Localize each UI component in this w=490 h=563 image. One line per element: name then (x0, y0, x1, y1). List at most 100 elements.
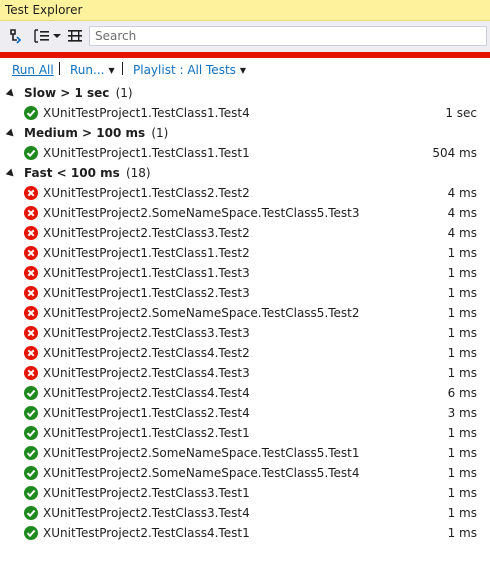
run-dropdown[interactable]: Run... ▼ (70, 63, 115, 77)
failed-x-icon (24, 206, 38, 220)
tree-link-icon (10, 29, 22, 44)
failed-x-icon (24, 286, 38, 300)
command-separator (59, 62, 60, 75)
test-name: XUnitTestProject2.SomeNameSpace.TestClas… (43, 206, 360, 220)
expand-arrow-icon[interactable] (5, 168, 17, 180)
test-name: XUnitTestProject2.TestClass3.Test4 (43, 506, 250, 520)
failed-x-icon (24, 266, 38, 280)
test-row[interactable]: XUnitTestProject2.TestClass4.Test2 1 ms (0, 343, 490, 363)
test-name: XUnitTestProject2.SomeNameSpace.TestClas… (43, 466, 360, 480)
test-name: XUnitTestProject1.TestClass2.Test3 (43, 286, 250, 300)
test-duration: 1 ms (447, 346, 477, 360)
test-name: XUnitTestProject2.SomeNameSpace.TestClas… (43, 306, 360, 320)
group-title: Fast < 100 ms (18) (24, 163, 151, 183)
group-title: Slow > 1 sec (1) (24, 83, 133, 103)
group-count: (18) (125, 166, 151, 180)
passed-check-icon (24, 446, 38, 460)
test-row[interactable]: XUnitTestProject1.TestClass1.Test2 1 ms (0, 243, 490, 263)
test-name: XUnitTestProject2.SomeNameSpace.TestClas… (43, 446, 360, 460)
passed-check-icon (24, 406, 38, 420)
test-duration: 1 ms (447, 426, 477, 440)
test-row[interactable]: XUnitTestProject1.TestClass2.Test4 3 ms (0, 403, 490, 423)
failed-x-icon (24, 246, 38, 260)
chevron-down-icon (53, 34, 61, 38)
test-row[interactable]: XUnitTestProject1.TestClass2.Test2 4 ms (0, 183, 490, 203)
test-row[interactable]: XUnitTestProject1.TestClass1.Test3 1 ms (0, 263, 490, 283)
passed-check-icon (24, 526, 38, 540)
failed-x-icon (24, 186, 38, 200)
test-name: XUnitTestProject1.TestClass1.Test1 (43, 146, 250, 160)
test-name: XUnitTestProject2.TestClass3.Test1 (43, 486, 250, 500)
test-row[interactable]: XUnitTestProject2.TestClass3.Test2 4 ms (0, 223, 490, 243)
test-name: XUnitTestProject1.TestClass2.Test2 (43, 186, 250, 200)
test-duration: 1 ms (447, 486, 477, 500)
test-name: XUnitTestProject1.TestClass1.Test2 (43, 246, 250, 260)
test-name: XUnitTestProject1.TestClass2.Test1 (43, 426, 250, 440)
test-row[interactable]: XUnitTestProject2.TestClass4.Test3 1 ms (0, 363, 490, 383)
window-title: Test Explorer (5, 3, 83, 17)
test-duration: 4 ms (447, 226, 477, 240)
passed-check-icon (24, 386, 38, 400)
test-row[interactable]: XUnitTestProject2.SomeNameSpace.TestClas… (0, 203, 490, 223)
test-row[interactable]: XUnitTestProject1.TestClass1.Test1 504 ms (0, 143, 490, 163)
failed-x-icon (24, 366, 38, 380)
chevron-down-icon: ▼ (108, 66, 115, 75)
test-name: XUnitTestProject2.TestClass3.Test2 (43, 226, 250, 240)
passed-check-icon (24, 506, 38, 520)
group-by-icon (34, 29, 49, 43)
group-count: (1) (151, 126, 169, 140)
expand-arrow-icon[interactable] (5, 128, 17, 140)
test-duration: 1 ms (447, 526, 477, 540)
toolbar (0, 21, 490, 52)
group-title-text: Slow > 1 sec (24, 86, 110, 100)
test-duration: 1 sec (445, 106, 477, 120)
test-duration: 1 ms (447, 306, 477, 320)
test-row[interactable]: XUnitTestProject2.SomeNameSpace.TestClas… (0, 443, 490, 463)
group-by-button[interactable] (32, 27, 62, 45)
test-name: XUnitTestProject2.TestClass3.Test3 (43, 326, 250, 340)
test-row[interactable]: XUnitTestProject1.TestClass2.Test3 1 ms (0, 283, 490, 303)
test-row[interactable]: XUnitTestProject2.TestClass3.Test3 1 ms (0, 323, 490, 343)
test-tree: Slow > 1 sec (1) XUnitTestProject1.TestCl… (0, 83, 490, 543)
passed-check-icon (24, 466, 38, 480)
search-input[interactable] (89, 26, 487, 46)
passed-check-icon (24, 106, 38, 120)
test-name: XUnitTestProject2.TestClass4.Test1 (43, 526, 250, 540)
group-header[interactable]: Fast < 100 ms (18) (0, 163, 490, 183)
command-bar: Run All Run... ▼ Playlist : All Tests ▼ (0, 58, 490, 83)
test-name: XUnitTestProject2.TestClass4.Test2 (43, 346, 250, 360)
window-title-bar: Test Explorer (0, 0, 490, 21)
test-row[interactable]: XUnitTestProject2.TestClass3.Test1 1 ms (0, 483, 490, 503)
test-duration: 4 ms (447, 206, 477, 220)
group-header[interactable]: Slow > 1 sec (1) (0, 83, 490, 103)
test-row[interactable]: XUnitTestProject2.TestClass4.Test4 6 ms (0, 383, 490, 403)
test-duration: 1 ms (447, 366, 477, 380)
test-row[interactable]: XUnitTestProject2.TestClass4.Test1 1 ms (0, 523, 490, 543)
test-name: XUnitTestProject2.TestClass4.Test3 (43, 366, 250, 380)
test-duration: 3 ms (447, 406, 477, 420)
group-count: (1) (115, 86, 133, 100)
chevron-down-icon: ▼ (239, 66, 247, 75)
columns-icon (68, 30, 82, 42)
expand-arrow-icon[interactable] (5, 88, 17, 100)
playlist-dropdown[interactable]: Playlist : All Tests ▼ (133, 63, 246, 77)
run-all-link[interactable]: Run All (12, 63, 54, 77)
link-tests-button[interactable] (7, 27, 25, 45)
passed-check-icon (24, 426, 38, 440)
test-row[interactable]: XUnitTestProject2.TestClass3.Test4 1 ms (0, 503, 490, 523)
test-duration: 1 ms (447, 266, 477, 280)
test-row[interactable]: XUnitTestProject2.SomeNameSpace.TestClas… (0, 303, 490, 323)
test-row[interactable]: XUnitTestProject1.TestClass2.Test1 1 ms (0, 423, 490, 443)
test-row[interactable]: XUnitTestProject2.SomeNameSpace.TestClas… (0, 463, 490, 483)
command-separator (122, 62, 123, 75)
group-header[interactable]: Medium > 100 ms (1) (0, 123, 490, 143)
failed-x-icon (24, 326, 38, 340)
run-label: Run... (70, 63, 105, 77)
group-title-text: Medium > 100 ms (24, 126, 146, 140)
columns-button[interactable] (66, 27, 84, 45)
passed-check-icon (24, 486, 38, 500)
test-row[interactable]: XUnitTestProject1.TestClass1.Test4 1 sec (0, 103, 490, 123)
test-name: XUnitTestProject1.TestClass2.Test4 (43, 406, 250, 420)
test-duration: 1 ms (447, 286, 477, 300)
failed-x-icon (24, 346, 38, 360)
